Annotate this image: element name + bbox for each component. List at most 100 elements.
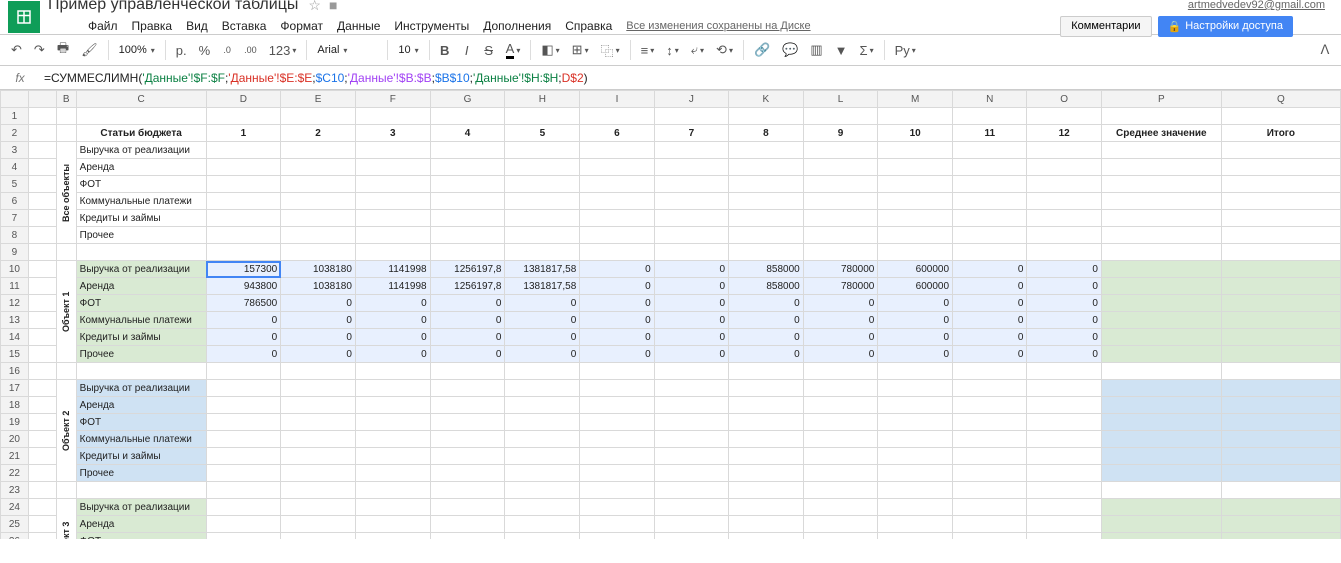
cell-C23[interactable] <box>76 482 206 499</box>
cell-E9[interactable] <box>281 244 356 261</box>
cell-C20[interactable]: Коммунальные платежи <box>76 431 206 448</box>
cell-P12[interactable] <box>1101 295 1221 312</box>
menu-format[interactable]: Формат <box>280 19 323 33</box>
cell-A6[interactable] <box>28 193 56 210</box>
row-header-14[interactable]: 14 <box>1 329 29 346</box>
filter-button[interactable]: ▼ <box>830 40 853 61</box>
cell-C8[interactable]: Прочее <box>76 227 206 244</box>
cell-H10[interactable]: 1381817,58 <box>505 261 580 278</box>
cell-P20[interactable] <box>1101 431 1221 448</box>
menu-view[interactable]: Вид <box>186 19 208 33</box>
cell-P5[interactable] <box>1101 176 1221 193</box>
cell-G10[interactable]: 1256197,8 <box>430 261 505 278</box>
cell-N11[interactable]: 0 <box>953 278 1027 295</box>
cell-H25[interactable] <box>505 516 580 533</box>
cell-I24[interactable] <box>580 499 654 516</box>
cell-F17[interactable] <box>355 380 430 397</box>
cell-C14[interactable]: Кредиты и займы <box>76 329 206 346</box>
cell-P7[interactable] <box>1101 210 1221 227</box>
cell-A25[interactable] <box>28 516 56 533</box>
cell-E8[interactable] <box>281 227 356 244</box>
cell-D25[interactable] <box>206 516 281 533</box>
cell-D3[interactable] <box>206 142 281 159</box>
cell-B2[interactable] <box>56 125 76 142</box>
cell-A18[interactable] <box>28 397 56 414</box>
inc-decimal-button[interactable]: .00 <box>239 42 262 58</box>
cell-O26[interactable] <box>1027 533 1101 540</box>
cell-H11[interactable]: 1381817,58 <box>505 278 580 295</box>
cell-L9[interactable] <box>803 244 878 261</box>
cell-L22[interactable] <box>803 465 878 482</box>
cell-J9[interactable] <box>654 244 728 261</box>
cell-I7[interactable] <box>580 210 654 227</box>
cell-G3[interactable] <box>430 142 505 159</box>
cell-A9[interactable] <box>28 244 56 261</box>
col-header-K[interactable]: K <box>729 91 804 108</box>
cell-Q6[interactable] <box>1221 193 1340 210</box>
cell-F9[interactable] <box>355 244 430 261</box>
cell-F21[interactable] <box>355 448 430 465</box>
cell-D14[interactable]: 0 <box>206 329 281 346</box>
cell-O12[interactable]: 0 <box>1027 295 1101 312</box>
cell-J14[interactable]: 0 <box>654 329 728 346</box>
cell-N8[interactable] <box>953 227 1027 244</box>
cell-I4[interactable] <box>580 159 654 176</box>
cell-K24[interactable] <box>729 499 804 516</box>
cell-G24[interactable] <box>430 499 505 516</box>
cell-L4[interactable] <box>803 159 878 176</box>
cell-H3[interactable] <box>505 142 580 159</box>
fill-color-button[interactable]: ◧ <box>536 39 564 61</box>
cell-N1[interactable] <box>953 108 1027 125</box>
cell-M17[interactable] <box>878 380 953 397</box>
cell-N15[interactable]: 0 <box>953 346 1027 363</box>
cell-L25[interactable] <box>803 516 878 533</box>
cell-Q10[interactable] <box>1221 261 1340 278</box>
row-header-9[interactable]: 9 <box>1 244 29 261</box>
font-select[interactable]: Arial <box>312 41 382 59</box>
cell-D6[interactable] <box>206 193 281 210</box>
cell-A23[interactable] <box>28 482 56 499</box>
menu-data[interactable]: Данные <box>337 19 380 33</box>
cell-Q18[interactable] <box>1221 397 1340 414</box>
cell-C4[interactable]: Аренда <box>76 159 206 176</box>
cell-G20[interactable] <box>430 431 505 448</box>
cell-O2[interactable]: 12 <box>1027 125 1101 142</box>
cell-C24[interactable]: Выручка от реализации <box>76 499 206 516</box>
cell-Q9[interactable] <box>1221 244 1340 261</box>
cell-E1[interactable] <box>281 108 356 125</box>
cell-M10[interactable]: 600000 <box>878 261 953 278</box>
cell-E6[interactable] <box>281 193 356 210</box>
cell-F4[interactable] <box>355 159 430 176</box>
col-header-I[interactable]: I <box>580 91 654 108</box>
cell-L3[interactable] <box>803 142 878 159</box>
cell-C3[interactable]: Выручка от реализации <box>76 142 206 159</box>
cell-N25[interactable] <box>953 516 1027 533</box>
cell-P14[interactable] <box>1101 329 1221 346</box>
wrap-button[interactable]: ⤶ <box>686 39 709 61</box>
cell-J2[interactable]: 7 <box>654 125 728 142</box>
cell-J23[interactable] <box>654 482 728 499</box>
cell-K23[interactable] <box>729 482 804 499</box>
merge-button[interactable]: ⿻ <box>596 38 625 63</box>
cell-J18[interactable] <box>654 397 728 414</box>
cell-Q14[interactable] <box>1221 329 1340 346</box>
comment-button[interactable]: 💬 <box>777 39 803 61</box>
cell-H24[interactable] <box>505 499 580 516</box>
cell-I26[interactable] <box>580 533 654 540</box>
cell-L1[interactable] <box>803 108 878 125</box>
cell-C11[interactable]: Аренда <box>76 278 206 295</box>
cell-J24[interactable] <box>654 499 728 516</box>
strike-button[interactable]: S <box>479 40 499 61</box>
cell-I5[interactable] <box>580 176 654 193</box>
cell-N5[interactable] <box>953 176 1027 193</box>
row-header-6[interactable]: 6 <box>1 193 29 210</box>
cell-L13[interactable]: 0 <box>803 312 878 329</box>
comments-button[interactable]: Комментарии <box>1060 16 1151 37</box>
col-header-G[interactable]: G <box>430 91 505 108</box>
cell-J22[interactable] <box>654 465 728 482</box>
cell-F22[interactable] <box>355 465 430 482</box>
cell-N16[interactable] <box>953 363 1027 380</box>
cell-H8[interactable] <box>505 227 580 244</box>
cell-I18[interactable] <box>580 397 654 414</box>
cell-D10[interactable]: 157300 <box>206 261 281 278</box>
